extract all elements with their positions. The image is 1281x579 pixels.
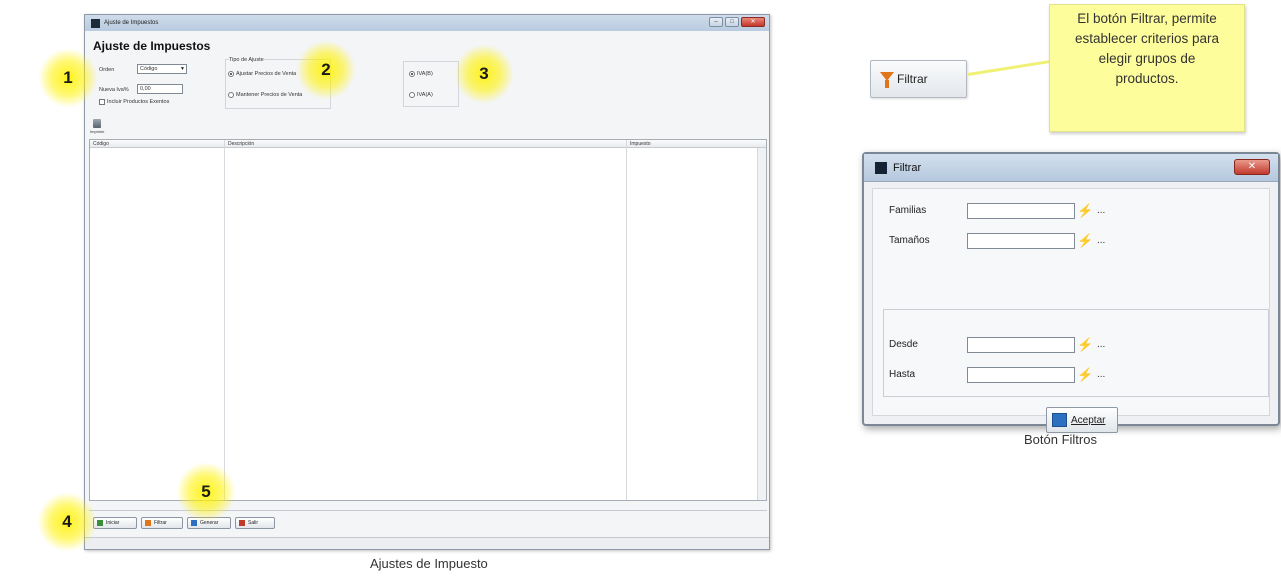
callout-marker-1: 1 bbox=[38, 48, 98, 108]
form-title: Ajuste de Impuestos bbox=[93, 39, 211, 53]
range-group bbox=[883, 309, 1269, 397]
lookup-icon[interactable]: ⚡ bbox=[1077, 367, 1093, 383]
products-grid[interactable]: Código Descripción Impuesto bbox=[89, 139, 767, 501]
hasta-ellipsis[interactable]: ... bbox=[1097, 369, 1105, 380]
mantener-precios-label: Mantener Precios de Venta bbox=[236, 92, 303, 98]
column-divider bbox=[224, 140, 225, 500]
filtrar-button-label: Filtrar bbox=[897, 72, 928, 86]
familias-ellipsis[interactable]: ... bbox=[1097, 205, 1105, 216]
window-title: Ajuste de Impuestos bbox=[104, 20, 159, 26]
tamanos-field[interactable] bbox=[967, 233, 1075, 249]
exit-icon bbox=[239, 520, 245, 526]
desde-ellipsis[interactable]: ... bbox=[1097, 339, 1105, 350]
iniciar-label: Iniciar bbox=[106, 520, 120, 526]
ajustar-precios-label: Ajustar Precios de Venta bbox=[236, 71, 297, 77]
tamanos-label: Tamaños bbox=[889, 235, 930, 246]
dialog-app-icon bbox=[875, 161, 887, 174]
callout-marker-5: 5 bbox=[176, 462, 236, 522]
column-header-descripcion[interactable]: Descripción bbox=[228, 141, 254, 147]
printer-icon[interactable] bbox=[93, 119, 101, 128]
nueva-iva-label: Nueva Iva% bbox=[99, 87, 129, 93]
dialog-title: Filtrar bbox=[893, 161, 922, 174]
status-bar bbox=[85, 537, 769, 549]
generar-icon bbox=[191, 520, 197, 526]
salir-button[interactable]: Salir bbox=[235, 517, 275, 529]
familias-field[interactable] bbox=[967, 203, 1075, 219]
hasta-field[interactable] bbox=[967, 367, 1075, 383]
filter-icon bbox=[880, 72, 894, 88]
tipo-ajuste-label: Tipo de Ajuste bbox=[229, 57, 264, 63]
app-icon bbox=[91, 18, 100, 28]
ajustar-precios-radio[interactable] bbox=[228, 71, 234, 77]
filtrar-button-small[interactable]: Filtrar bbox=[141, 517, 183, 529]
filter-icon bbox=[145, 520, 151, 526]
accept-icon bbox=[1052, 413, 1067, 427]
imprimir-label: Imprimir bbox=[90, 129, 105, 134]
dialog-titlebar: Filtrar ✕ bbox=[864, 154, 1278, 182]
note-line: elegir grupos de bbox=[1098, 51, 1196, 66]
note-line: El botón Filtrar, permite bbox=[1077, 11, 1217, 26]
grid-header: Código Descripción Impuesto bbox=[90, 140, 766, 148]
tamanos-ellipsis[interactable]: ... bbox=[1097, 235, 1105, 246]
lookup-icon[interactable]: ⚡ bbox=[1077, 337, 1093, 353]
incluir-exentos-checkbox[interactable] bbox=[99, 99, 105, 105]
column-divider bbox=[626, 140, 627, 500]
note-line: establecer criterios para bbox=[1074, 31, 1220, 46]
desde-label: Desde bbox=[889, 339, 918, 350]
incluir-exentos-label: Incluir Productos Exentos bbox=[107, 99, 170, 105]
nueva-iva-field[interactable]: 0,00 bbox=[137, 84, 183, 94]
aceptar-button[interactable]: Aceptar bbox=[1046, 407, 1118, 433]
iva-b-label: IVA(B) bbox=[417, 71, 433, 77]
iva-a-label: IVA(A) bbox=[417, 92, 433, 98]
dialog-body: Familias ⚡ ... Tamaños ⚡ ... Desde ⚡ ...… bbox=[872, 188, 1270, 433]
vertical-scrollbar[interactable] bbox=[757, 148, 766, 500]
caption-boton-filtros: Botón Filtros bbox=[1024, 432, 1097, 447]
lookup-icon[interactable]: ⚡ bbox=[1077, 233, 1093, 249]
iva-group bbox=[403, 61, 459, 107]
callout-leader-line bbox=[967, 59, 1054, 76]
aceptar-label: Aceptar bbox=[1071, 414, 1106, 426]
maximize-button[interactable]: □ bbox=[725, 17, 739, 27]
iva-b-radio[interactable] bbox=[409, 71, 415, 77]
minimize-button[interactable]: – bbox=[709, 17, 723, 27]
callout-note: El botón Filtrar, permite establecer cri… bbox=[1049, 4, 1245, 132]
dialog-close-button[interactable]: ✕ bbox=[1234, 159, 1270, 175]
caption-ajustes: Ajustes de Impuesto bbox=[370, 556, 488, 571]
filtrar-button[interactable]: Filtrar bbox=[870, 60, 967, 98]
column-header-impuesto[interactable]: Impuesto bbox=[630, 141, 651, 147]
orden-select[interactable]: Código bbox=[137, 64, 187, 74]
window-titlebar: Ajuste de Impuestos – □ ✕ bbox=[85, 15, 769, 31]
column-header-codigo[interactable]: Código bbox=[93, 141, 109, 147]
iva-a-radio[interactable] bbox=[409, 92, 415, 98]
callout-marker-3: 3 bbox=[454, 44, 514, 104]
salir-label: Salir bbox=[248, 520, 259, 526]
desde-field[interactable] bbox=[967, 337, 1075, 353]
familias-label: Familias bbox=[889, 205, 927, 216]
orden-label: Orden bbox=[99, 67, 115, 73]
iniciar-icon bbox=[97, 520, 103, 526]
callout-marker-4: 4 bbox=[37, 492, 97, 552]
callout-marker-2: 2 bbox=[296, 40, 356, 100]
iniciar-button[interactable]: Iniciar bbox=[93, 517, 137, 529]
hasta-label: Hasta bbox=[889, 369, 916, 380]
filtrar-label: Filtrar bbox=[154, 520, 167, 526]
note-line: productos. bbox=[1115, 71, 1179, 86]
mantener-precios-radio[interactable] bbox=[228, 92, 234, 98]
lookup-icon[interactable]: ⚡ bbox=[1077, 203, 1093, 219]
filter-dialog: Filtrar ✕ Familias ⚡ ... Tamaños ⚡ ... D… bbox=[862, 152, 1280, 433]
close-button[interactable]: ✕ bbox=[741, 17, 765, 27]
